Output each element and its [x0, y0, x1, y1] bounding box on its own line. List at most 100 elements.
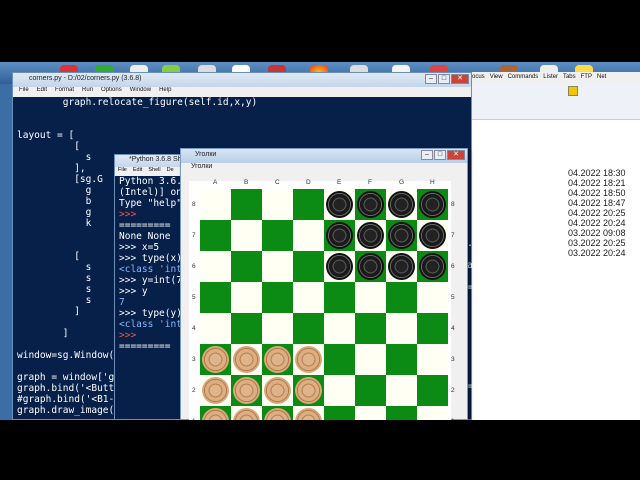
white-checker-piece[interactable] — [202, 346, 229, 373]
minimize-button[interactable]: – — [425, 74, 437, 84]
shell-menu-edit[interactable]: Edit — [133, 167, 142, 176]
menu-options[interactable]: Options — [101, 87, 122, 97]
menu-window[interactable]: Window — [130, 87, 151, 97]
board-square[interactable] — [262, 282, 293, 313]
board-square[interactable] — [231, 251, 262, 282]
board-square[interactable] — [293, 220, 324, 251]
close-button[interactable]: ✕ — [451, 74, 469, 84]
board-square[interactable] — [324, 313, 355, 344]
board-square[interactable] — [231, 406, 262, 420]
maximize-button[interactable]: □ — [438, 74, 450, 84]
fm-menu-lister[interactable]: Lister — [543, 74, 558, 84]
board-square[interactable] — [417, 282, 448, 313]
board-square[interactable] — [231, 282, 262, 313]
board-square[interactable] — [417, 251, 448, 282]
board-square[interactable] — [386, 220, 417, 251]
shell-menu-de[interactable]: De — [167, 167, 174, 176]
board-square[interactable] — [355, 375, 386, 406]
board-square[interactable] — [355, 251, 386, 282]
board-square[interactable] — [200, 406, 231, 420]
board-square[interactable] — [293, 344, 324, 375]
black-checker-piece[interactable] — [357, 191, 384, 218]
minimize-button[interactable]: – — [421, 150, 433, 160]
white-checker-piece[interactable] — [202, 408, 229, 420]
white-checker-piece[interactable] — [264, 408, 291, 420]
board-square[interactable] — [386, 406, 417, 420]
board-square[interactable] — [324, 344, 355, 375]
close-button[interactable]: ✕ — [447, 150, 465, 160]
board-square[interactable] — [231, 220, 262, 251]
board-square[interactable] — [200, 344, 231, 375]
board-square[interactable] — [262, 251, 293, 282]
board-square[interactable] — [417, 344, 448, 375]
board-square[interactable] — [355, 344, 386, 375]
black-checker-piece[interactable] — [326, 253, 353, 280]
board-square[interactable] — [231, 344, 262, 375]
board-square[interactable] — [293, 189, 324, 220]
fm-menu-ftp[interactable]: FTP — [581, 74, 592, 84]
fm-menu-view[interactable]: View — [490, 74, 503, 84]
board-square[interactable] — [417, 189, 448, 220]
board-square[interactable] — [386, 189, 417, 220]
black-checker-piece[interactable] — [326, 191, 353, 218]
board-square[interactable] — [355, 189, 386, 220]
white-checker-piece[interactable] — [233, 408, 260, 420]
black-checker-piece[interactable] — [388, 222, 415, 249]
board-square[interactable] — [355, 282, 386, 313]
white-checker-piece[interactable] — [295, 346, 322, 373]
board-square[interactable] — [417, 375, 448, 406]
fm-menu-tabs[interactable]: Tabs — [563, 74, 576, 84]
maximize-button[interactable]: □ — [434, 150, 446, 160]
board-square[interactable] — [262, 406, 293, 420]
menu-edit[interactable]: Edit — [37, 87, 47, 97]
black-checker-piece[interactable] — [419, 191, 446, 218]
board-square[interactable] — [293, 251, 324, 282]
board-square[interactable] — [386, 282, 417, 313]
white-checker-piece[interactable] — [233, 346, 260, 373]
board-square[interactable] — [386, 251, 417, 282]
board-square[interactable] — [262, 344, 293, 375]
board-square[interactable] — [262, 189, 293, 220]
board-square[interactable] — [324, 406, 355, 420]
board-square[interactable] — [355, 406, 386, 420]
board-square[interactable] — [386, 375, 417, 406]
board-square[interactable] — [262, 375, 293, 406]
board-square[interactable] — [200, 282, 231, 313]
board-square[interactable] — [200, 189, 231, 220]
board-square[interactable] — [324, 282, 355, 313]
black-checker-piece[interactable] — [357, 253, 384, 280]
white-checker-piece[interactable] — [295, 377, 322, 404]
menu-help[interactable]: Help — [159, 87, 171, 97]
toolbar-highlight-icon[interactable] — [568, 86, 578, 96]
board-square[interactable] — [417, 406, 448, 420]
board-square[interactable] — [324, 220, 355, 251]
board-square[interactable] — [293, 406, 324, 420]
board-square[interactable] — [200, 251, 231, 282]
board-square[interactable] — [262, 313, 293, 344]
board-square[interactable] — [293, 375, 324, 406]
board-square[interactable] — [355, 220, 386, 251]
board-square[interactable] — [262, 220, 293, 251]
white-checker-piece[interactable] — [233, 377, 260, 404]
menu-file[interactable]: File — [19, 87, 29, 97]
board-square[interactable] — [200, 375, 231, 406]
white-checker-piece[interactable] — [264, 377, 291, 404]
black-checker-piece[interactable] — [326, 222, 353, 249]
board-square[interactable] — [231, 375, 262, 406]
black-checker-piece[interactable] — [388, 191, 415, 218]
board-square[interactable] — [293, 282, 324, 313]
board-square[interactable] — [386, 344, 417, 375]
menu-format[interactable]: Format — [55, 87, 74, 97]
board-square[interactable] — [386, 313, 417, 344]
board-square[interactable] — [200, 220, 231, 251]
white-checker-piece[interactable] — [295, 408, 322, 420]
fm-menu-commands[interactable]: Commands — [508, 74, 539, 84]
shell-menu-file[interactable]: File — [118, 167, 127, 176]
fm-menu-ocus[interactable]: ocus — [472, 74, 485, 84]
menu-run[interactable]: Run — [82, 87, 93, 97]
board-square[interactable] — [355, 313, 386, 344]
board-square[interactable] — [324, 375, 355, 406]
board-square[interactable] — [231, 189, 262, 220]
black-checker-piece[interactable] — [357, 222, 384, 249]
board-square[interactable] — [417, 220, 448, 251]
